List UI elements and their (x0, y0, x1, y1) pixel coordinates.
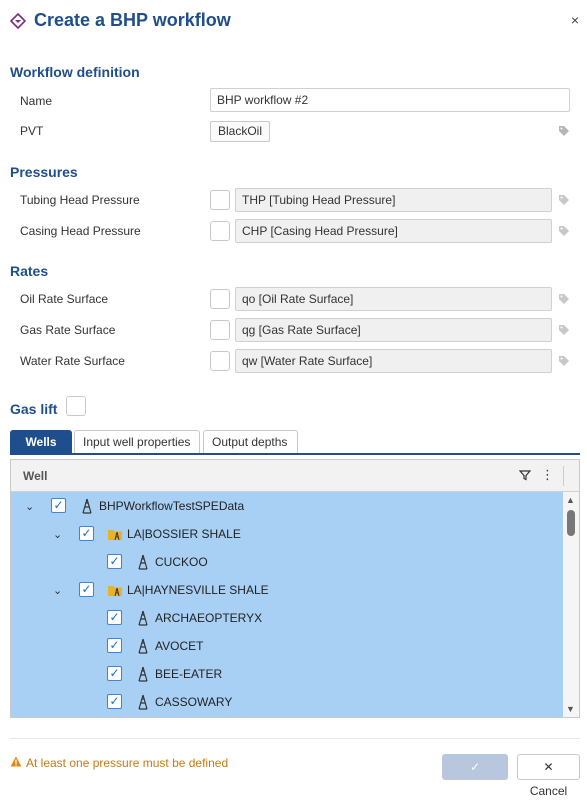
more-options-icon[interactable]: ⋮ (541, 467, 554, 483)
validation-warning: At least one pressure must be defined (10, 756, 228, 770)
tag-icon[interactable] (558, 355, 570, 367)
tubing-head-pressure-field[interactable]: THP [Tubing Head Pressure] (235, 188, 552, 212)
well-rig-icon (138, 666, 148, 682)
tag-icon[interactable] (558, 225, 570, 237)
footer-divider (10, 738, 580, 739)
close-icon[interactable]: × (571, 12, 579, 28)
oil-rate-surface-field[interactable]: qo [Oil Rate Surface] (235, 287, 552, 311)
tree-checkbox[interactable]: ✓ (107, 638, 122, 653)
tag-icon[interactable] (558, 293, 570, 305)
create-button-label: Create (456, 784, 494, 798)
create-button[interactable]: ✓ Create (442, 754, 508, 798)
tubing-head-pressure-label: Tubing Head Pressure (20, 193, 140, 207)
tree-row[interactable]: ✓ CUCKOO (11, 548, 561, 576)
well-rig-icon (138, 638, 148, 654)
tree-label: AVOCET (155, 639, 204, 653)
cancel-button-label: Cancel (529, 784, 568, 798)
tree-row[interactable]: ⌄ ✓ LA|BOSSIER SHALE (11, 520, 561, 548)
warning-text: At least one pressure must be defined (26, 756, 229, 770)
tree-row[interactable]: ✓ ARCHAEOPTERYX (11, 604, 561, 632)
tag-icon[interactable] (558, 194, 570, 206)
dialog-header: Create a BHP workflow × (0, 0, 587, 44)
pvt-value-chip[interactable]: BlackOil (210, 121, 271, 142)
well-rig-icon (138, 554, 148, 570)
grid-body: ⌄ ✓ BHPWorkflowTestSPEData ⌄ ✓ LA|BOSSIE… (11, 492, 579, 717)
tab-input-well-properties[interactable]: Input well properties (74, 430, 200, 453)
tree-label: CUCKOO (155, 555, 208, 569)
tree-label: BEE-EATER (155, 667, 223, 681)
section-pressures: Pressures (10, 164, 78, 180)
check-icon: ✓ (469, 760, 481, 774)
grid-header: Well ⋮ (11, 460, 579, 492)
tree-checkbox[interactable]: ✓ (51, 498, 66, 513)
tree-checkbox[interactable]: ✓ (79, 582, 94, 597)
filter-icon[interactable] (519, 469, 531, 481)
scrollbar-thumb[interactable] (567, 510, 575, 536)
tab-bar: Wells Input well properties Output depth… (10, 430, 580, 455)
folder-well-icon (108, 530, 122, 541)
header-divider (563, 466, 564, 486)
column-header-well[interactable]: Well (23, 469, 47, 483)
tab-wells[interactable]: Wells (10, 430, 72, 453)
water-rate-surface-label: Water Rate Surface (20, 354, 125, 368)
warning-icon (10, 756, 22, 770)
folder-well-icon (108, 586, 122, 597)
water-rate-surface-field[interactable]: qw [Water Rate Surface] (235, 349, 552, 373)
chevron-down-icon[interactable]: ⌄ (53, 528, 62, 541)
gas-lift-checkbox[interactable] (66, 396, 86, 416)
tree-label: LA|HAYNESVILLE SHALE (127, 583, 269, 597)
tree-label: LA|BOSSIER SHALE (127, 527, 241, 541)
well-rig-icon (82, 498, 92, 514)
close-icon: ✕ (543, 760, 554, 774)
tree-label: CASSOWARY (155, 695, 233, 709)
tree-row[interactable]: ✓ AVOCET (11, 632, 561, 660)
tree-row[interactable]: ⌄ ✓ BHPWorkflowTestSPEData (11, 492, 561, 520)
cancel-button[interactable]: ✕ Cancel (517, 754, 580, 798)
tree-checkbox[interactable]: ✓ (107, 666, 122, 681)
tree-label: BHPWorkflowTestSPEData (99, 499, 245, 513)
gas-rate-surface-checkbox[interactable] (210, 320, 230, 340)
tag-icon[interactable] (558, 324, 570, 336)
tree-checkbox[interactable]: ✓ (107, 610, 122, 625)
name-label: Name (20, 94, 53, 108)
app-logo-icon (10, 13, 26, 29)
well-rig-icon (138, 694, 148, 710)
chevron-down-icon[interactable]: ⌄ (25, 500, 34, 513)
chevron-down-icon[interactable]: ⌄ (53, 584, 62, 597)
casing-head-pressure-checkbox[interactable] (210, 221, 230, 241)
tree-label: ARCHAEOPTERYX (155, 611, 263, 625)
tab-output-depths[interactable]: Output depths (203, 430, 298, 453)
tree-row[interactable]: ⌄ ✓ LA|HAYNESVILLE SHALE (11, 576, 561, 604)
gas-rate-surface-field[interactable]: qg [Gas Rate Surface] (235, 318, 552, 342)
vertical-scrollbar[interactable]: ▲ ▼ (563, 492, 579, 717)
scroll-up-arrow-icon[interactable]: ▲ (566, 495, 575, 505)
dialog-title: Create a BHP workflow (34, 10, 231, 30)
section-rates: Rates (10, 263, 49, 279)
tree-checkbox[interactable]: ✓ (107, 554, 122, 569)
scroll-down-arrow-icon[interactable]: ▼ (566, 704, 575, 714)
tag-icon[interactable] (558, 125, 570, 137)
well-rig-icon (138, 610, 148, 626)
water-rate-surface-checkbox[interactable] (210, 351, 230, 371)
oil-rate-surface-label: Oil Rate Surface (20, 292, 109, 306)
tubing-head-pressure-checkbox[interactable] (210, 190, 230, 210)
pvt-label: PVT (20, 124, 44, 138)
tree-checkbox[interactable]: ✓ (107, 694, 122, 709)
oil-rate-surface-checkbox[interactable] (210, 289, 230, 309)
casing-head-pressure-label: Casing Head Pressure (20, 224, 141, 238)
casing-head-pressure-field[interactable]: CHP [Casing Head Pressure] (235, 219, 552, 243)
wells-grid: Well ⋮ ⌄ ✓ BHPWorkflowTestSPEData ⌄ ✓ LA… (10, 459, 580, 718)
section-workflow-definition: Workflow definition (10, 64, 140, 80)
tree-checkbox[interactable]: ✓ (79, 526, 94, 541)
tree-row[interactable]: ✓ BEE-EATER (11, 660, 561, 688)
gas-lift-label: Gas lift (10, 401, 58, 417)
name-input[interactable]: BHP workflow #2 (210, 88, 570, 112)
gas-rate-surface-label: Gas Rate Surface (20, 323, 116, 337)
tree-row[interactable]: ✓ CASSOWARY (11, 688, 561, 716)
